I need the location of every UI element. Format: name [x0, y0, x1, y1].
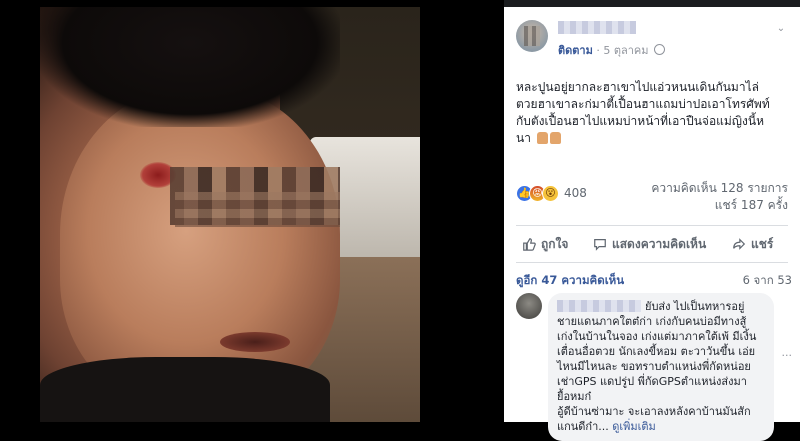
comment-line: ไหนมีไหนละ ขอทราบตำแหน่งพี่กัดหน่อย	[557, 360, 751, 373]
comment-line: เก่งในบ้านในจอง เก่งแต่มาภาคใต้เพ้ มีเงิ…	[557, 330, 757, 343]
thumbs-up-icon	[523, 238, 536, 251]
post-side-panel: ติดตาม · 5 ตุลาคม ⌄ หละปูนอยู่ยากละฮาเขา…	[504, 7, 800, 441]
comment-first-line: ยับส่ง ไปเป็นทหารอยู่	[557, 299, 765, 314]
post-text-line: หละปูนอยู่ยากละฮาเขาไปแอ่วหนนเดินกันมาไล…	[516, 80, 759, 94]
middle-finger-emoji-icon	[549, 132, 561, 144]
divider	[516, 262, 788, 263]
post-photo[interactable]	[40, 7, 420, 422]
comment-options-icon[interactable]: ···	[782, 349, 793, 362]
post-actions: ถูกใจ แสดงความคิดเห็น แชร์	[516, 232, 788, 256]
comment-line: ชายแดนภาคใตต๋ก่า เก่งกับคนบ่อมีทางสู้	[557, 315, 747, 328]
commenter-name-redacted[interactable]	[557, 300, 641, 312]
shares-count-link[interactable]: แชร์ 187 ครั้ง	[651, 197, 788, 214]
comment-line: ยื้อหมก๋	[557, 390, 592, 403]
post-date[interactable]: 5 ตุลาคม	[603, 44, 648, 57]
share-arrow-icon	[733, 238, 746, 250]
photo-hair	[40, 7, 340, 127]
post-text-line-last: นา	[516, 130, 791, 147]
comments-header: ดูอีก 47 ความคิดเห็น 6 จาก 53	[516, 272, 792, 290]
chevron-down-icon[interactable]: ⌄	[776, 24, 786, 34]
photo-shirt	[40, 357, 330, 422]
photo-viewer[interactable]	[0, 0, 504, 422]
reaction-count: 408	[564, 186, 587, 200]
follow-link[interactable]: ติดตาม	[558, 44, 593, 57]
middle-finger-emoji-icon	[536, 132, 548, 144]
comment-icon	[594, 239, 606, 251]
author-name[interactable]	[558, 21, 636, 35]
comment-line: เช่าGPS แดปรู่ป พี่กัดGPSตำแหน่งส่งมา	[557, 375, 747, 388]
divider	[516, 225, 788, 226]
comment-line: เตื่อนอื่อตวย นักเลงขี้หอม ตะวาวันขึ้น เ…	[557, 345, 756, 358]
like-button[interactable]: ถูกใจ	[522, 232, 568, 256]
comments-pagination: 6 จาก 53	[742, 273, 792, 287]
photo-mouth	[220, 332, 290, 352]
post-text: หละปูนอยู่ยากละฮาเขาไปแอ่วหนนเดินกันมาไล…	[516, 79, 791, 147]
view-more-comments-link[interactable]: ดูอีก 47 ความคิดเห็น	[516, 273, 624, 287]
author-avatar[interactable]	[516, 20, 548, 52]
meta-separator: ·	[596, 44, 600, 57]
author-name-redacted	[558, 21, 636, 34]
photo-pixelated-eyes-overlay	[175, 192, 340, 227]
share-button[interactable]: แชร์	[732, 232, 773, 256]
comments-count-link[interactable]: ความคิดเห็น 128 รายการ	[651, 180, 788, 197]
post-text-line: ตวยฮาเขาละก่มาตี้เปื้อนฮาแถมบ่าปอเอาโทรศ…	[516, 97, 770, 111]
post-author-header: ติดตาม · 5 ตุลาคม ⌄	[516, 20, 786, 64]
comment-line-last: แกนดีก๋า... ดูเพิ่มเติม	[557, 420, 656, 433]
commenter-avatar[interactable]	[516, 293, 542, 319]
post-stats: ความคิดเห็น 128 รายการ แชร์ 187 ครั้ง	[651, 180, 788, 214]
comment-bubble: ยับส่ง ไปเป็นทหารอยู่ ชายแดนภาคใตต๋ก่า เ…	[548, 293, 774, 441]
post-meta: ติดตาม · 5 ตุลาคม	[558, 41, 666, 59]
comment-line: อู้ดีบ้านซ่ามาะ จะเอาลงหลังคาบ้านมันสัก	[557, 405, 751, 418]
post-text-line: กับตังเปื้อนฮาไปแหมบ่าหน้าที่เอาปืนจ่อแม…	[516, 114, 764, 128]
comment-button[interactable]: แสดงความคิดเห็น	[593, 232, 706, 256]
wow-reaction-icon: 😮	[542, 185, 559, 202]
globe-icon	[654, 44, 666, 55]
